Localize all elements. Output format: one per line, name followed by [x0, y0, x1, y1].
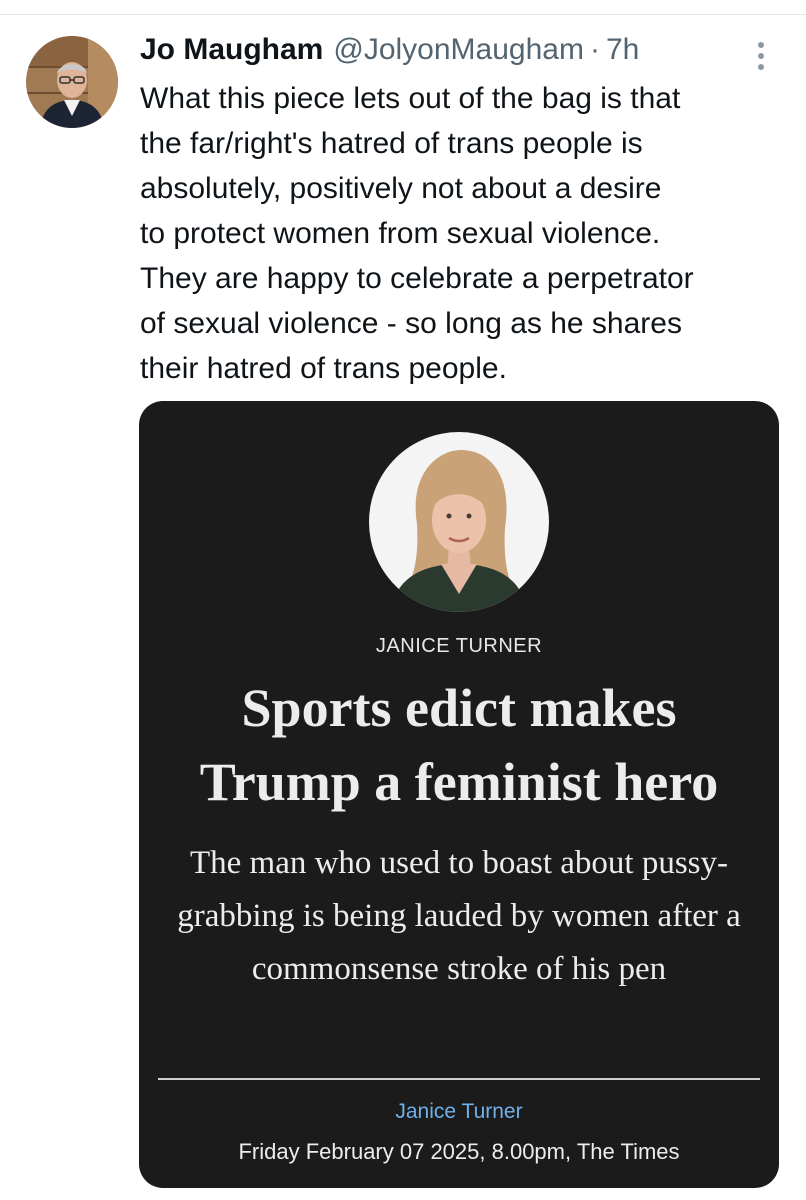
author-avatar[interactable]: [26, 36, 118, 128]
tweet-header: Jo Maugham @JolyonMaugham · 7h: [140, 30, 639, 70]
more-vertical-icon: [758, 42, 764, 70]
author-name[interactable]: Jo Maugham: [140, 30, 323, 70]
top-divider: [0, 14, 806, 15]
columnist-name: JANICE TURNER: [375, 635, 543, 657]
header-separator: ·: [589, 33, 600, 66]
columnist-portrait: [369, 432, 549, 612]
more-options-button[interactable]: [744, 36, 778, 76]
author-avatar-image: [26, 36, 118, 128]
card-divider: [158, 1078, 760, 1080]
article-headline: Sports edict makes Trump a feminist hero: [199, 678, 719, 812]
author-handle[interactable]: @JolyonMaugham: [333, 30, 584, 70]
tweet-timestamp[interactable]: 7h: [606, 30, 639, 70]
tweet-text: What this piece lets out of the bag is t…: [140, 82, 694, 385]
article-author-link: Janice Turner: [395, 1100, 523, 1123]
article-image-card[interactable]: JANICE TURNER Sports edict makes Trump a…: [139, 401, 779, 1188]
article-standfirst: The man who used to boast about pussy-gr…: [177, 845, 741, 987]
columnist-portrait-image: [369, 432, 549, 612]
article-dateline: Friday February 07 2025, 8.00pm, The Tim…: [238, 1139, 680, 1164]
